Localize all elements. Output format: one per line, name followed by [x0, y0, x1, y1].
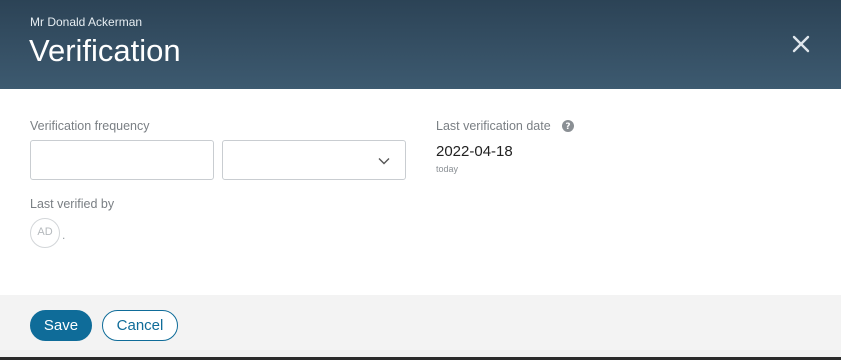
modal-footer: Save Cancel: [0, 295, 841, 357]
last-verified-by-label: Last verified by: [30, 197, 115, 211]
last-verification-date-label: Last verification date: [436, 119, 551, 133]
patient-name: Mr Donald Ackerman: [30, 15, 143, 29]
avatar: AD: [30, 218, 60, 248]
chevron-down-icon: [378, 158, 390, 165]
cancel-button[interactable]: Cancel: [102, 310, 178, 341]
frequency-number-input[interactable]: [30, 140, 214, 180]
help-icon[interactable]: ?: [562, 120, 574, 132]
frequency-unit-select[interactable]: [222, 140, 406, 180]
save-button[interactable]: Save: [30, 310, 92, 341]
close-icon[interactable]: [788, 31, 814, 57]
svg-text:?: ?: [565, 122, 570, 132]
modal-title: Verification: [29, 33, 181, 68]
last-verification-date-value: 2022-04-18: [436, 143, 513, 160]
last-verification-date-relative: today: [436, 164, 459, 174]
verifier-name: .: [62, 228, 66, 242]
modal-body: Verification frequency Last verification…: [0, 89, 841, 295]
modal-header: Mr Donald Ackerman Verification: [0, 0, 841, 89]
frequency-label: Verification frequency: [30, 119, 150, 133]
